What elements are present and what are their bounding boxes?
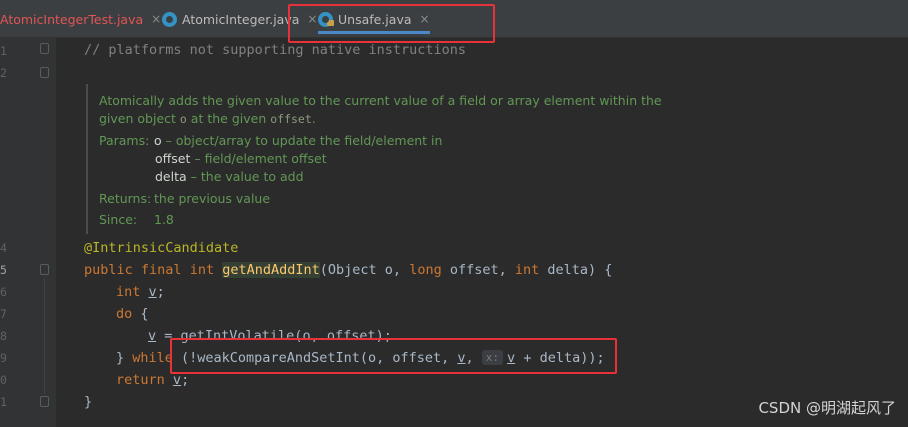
keyword: while: [132, 350, 173, 366]
doc-param-desc: – object/array to update the field/eleme…: [161, 133, 443, 148]
code-line-do: do {: [116, 304, 149, 324]
doc-key: Since:: [99, 212, 138, 227]
method-name[interactable]: getAndAddInt: [222, 262, 320, 278]
keyword: long: [409, 262, 442, 278]
doc-code: offset: [270, 112, 312, 126]
keyword: int: [514, 262, 540, 278]
code-line-annotation: @IntrinsicCandidate: [84, 240, 239, 256]
line-number: 9: [0, 351, 7, 365]
doc-param-name: offset: [155, 151, 191, 166]
doc-param-row: delta – the value to add: [155, 168, 304, 186]
code-text: {: [132, 306, 149, 322]
line-number: 1: [0, 44, 7, 58]
doc-text: at the given: [186, 111, 271, 126]
java-class-icon: [162, 11, 177, 27]
doc-param-desc: – the value to add: [186, 169, 304, 184]
keyword: final: [140, 262, 182, 278]
tab-label: AtomicInteger.java: [182, 11, 300, 27]
doc-value: the previous value: [154, 191, 271, 206]
keyword: do: [116, 306, 133, 322]
doc-key: Returns:: [99, 191, 152, 206]
rendered-javadoc: Atomically adds the given value to the c…: [86, 84, 908, 234]
code-text: delta) {: [539, 262, 613, 278]
code-line-closing-brace: }: [84, 394, 93, 410]
doc-since-row: Since: 1.8: [99, 211, 174, 229]
doc-params-row: Params: o – object/array to update the fi…: [99, 132, 442, 150]
local-variable[interactable]: v: [173, 372, 181, 388]
fold-guide: [44, 278, 45, 394]
doc-description: Atomically adds the given value to the c…: [99, 92, 699, 128]
line-number: 5: [0, 263, 7, 277]
tab-atomic-integer-test[interactable]: AtomicIntegerTest.java ×: [0, 0, 161, 38]
watermark: CSDN @明湖起风了: [758, 399, 896, 417]
code-line-declare: int v;: [116, 282, 165, 302]
fold-marker-icon[interactable]: [40, 67, 49, 78]
annotation-box-tab: [288, 4, 495, 43]
code-text: }: [116, 350, 133, 366]
doc-param-name: delta: [155, 169, 187, 184]
keyword: public: [84, 262, 133, 278]
doc-param-row: offset – field/element offset: [155, 150, 327, 168]
line-number: 0: [0, 373, 7, 387]
annotation-box-while-line: [170, 338, 617, 374]
code-text: offset,: [441, 262, 515, 278]
doc-param-name: o: [154, 133, 162, 148]
line-number: 4: [0, 241, 7, 255]
line-number: 8: [0, 329, 7, 343]
doc-code: o: [179, 112, 187, 126]
code-text: (Object o,: [319, 262, 410, 278]
keyword: return: [116, 372, 165, 388]
line-number: 2: [0, 66, 7, 80]
close-icon[interactable]: ×: [151, 12, 161, 26]
code-text: ;: [156, 284, 165, 300]
doc-key: Params:: [99, 133, 150, 148]
keyword: int: [116, 284, 141, 300]
code-text: ;: [181, 372, 190, 388]
local-variable[interactable]: v: [148, 328, 156, 344]
line-number-gutter: 1 2 4 5 6 7 8 9 0 1: [0, 38, 56, 427]
tab-label: AtomicIntegerTest.java: [0, 11, 144, 27]
code-line-comment: // platforms not supporting native instr…: [84, 42, 467, 58]
doc-value: 1.8: [154, 212, 174, 227]
fold-marker-icon[interactable]: [40, 396, 49, 407]
keyword: int: [189, 262, 215, 278]
doc-text: .: [311, 111, 316, 126]
line-number: 1: [0, 395, 7, 409]
fold-marker-icon[interactable]: [40, 264, 49, 275]
local-variable[interactable]: v: [149, 284, 157, 300]
line-number: 7: [0, 307, 7, 321]
fold-marker-icon[interactable]: [40, 43, 49, 54]
line-number: 6: [0, 285, 7, 299]
code-line-signature: public final int getAndAddInt(Object o, …: [84, 260, 612, 280]
doc-returns-row: Returns: the previous value: [99, 190, 270, 208]
doc-param-desc: – field/element offset: [190, 151, 327, 166]
